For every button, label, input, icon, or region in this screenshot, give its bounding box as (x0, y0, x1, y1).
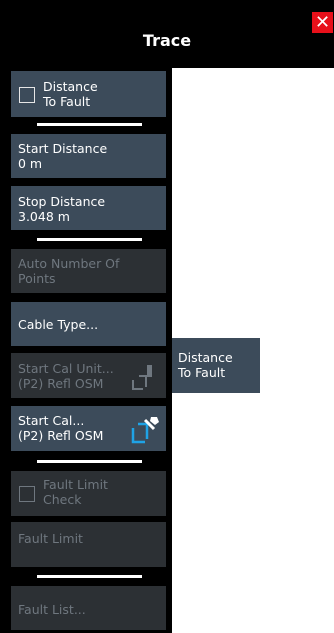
close-icon[interactable]: ✕ (312, 12, 333, 33)
fault-limit-label: Fault Limit (18, 531, 83, 546)
fault-limit-check-line1: Fault Limit (43, 477, 108, 492)
auto-number-of-points-line1: Auto Number Of (18, 256, 120, 271)
start-distance-button[interactable]: Start Distance 0 m (11, 134, 166, 178)
tooltip: Distance To Fault (172, 338, 260, 393)
start-cal-button[interactable]: Start Cal... (P2) Refl OSM (11, 406, 166, 451)
fault-limit-check-button[interactable]: Fault Limit Check (11, 471, 166, 516)
auto-number-of-points-line2: Points (18, 271, 56, 286)
stop-distance-value: 3.048 m (18, 209, 70, 224)
fault-list-button[interactable]: Fault List... (11, 586, 166, 630)
start-cal-line2: (P2) Refl OSM (18, 428, 104, 443)
start-cal-unit-line1: Start Cal Unit... (18, 361, 114, 376)
distance-to-fault-checkbox[interactable] (19, 87, 35, 103)
dialog-titlebar: Trace ✕ (0, 0, 334, 68)
start-cal-unit-line2: (P2) Refl OSM (18, 376, 104, 391)
start-cal-line1: Start Cal... (18, 413, 85, 428)
fault-limit-button[interactable]: Fault Limit (11, 522, 166, 567)
stop-distance-button[interactable]: Stop Distance 3.048 m (11, 186, 166, 230)
start-cal-unit-button[interactable]: Start Cal Unit... (P2) Refl OSM (11, 353, 166, 398)
distance-to-fault-line1: Distance (43, 79, 98, 94)
dialog-title: Trace (142, 31, 192, 50)
cal-unit-icon (132, 365, 152, 390)
cable-type-button[interactable]: Cable Type... (11, 302, 166, 346)
fault-limit-check-checkbox[interactable] (19, 486, 35, 502)
start-distance-label: Start Distance (18, 141, 108, 156)
cable-type-label: Cable Type... (18, 317, 99, 332)
tooltip-line1: Distance (178, 350, 233, 365)
start-distance-value: 0 m (18, 156, 43, 171)
separator (37, 460, 142, 463)
tooltip-line2: To Fault (178, 365, 226, 380)
calibration-wrench-icon (131, 417, 159, 444)
fault-limit-check-line2: Check (43, 492, 82, 507)
auto-number-of-points-button[interactable]: Auto Number Of Points (11, 249, 166, 293)
fault-list-label: Fault List... (18, 602, 86, 617)
stop-distance-label: Stop Distance (18, 194, 106, 209)
separator (37, 575, 142, 578)
separator (37, 123, 142, 126)
separator (37, 238, 142, 241)
distance-to-fault-line2: To Fault (43, 94, 91, 109)
distance-to-fault-button[interactable]: Distance To Fault (11, 71, 166, 117)
